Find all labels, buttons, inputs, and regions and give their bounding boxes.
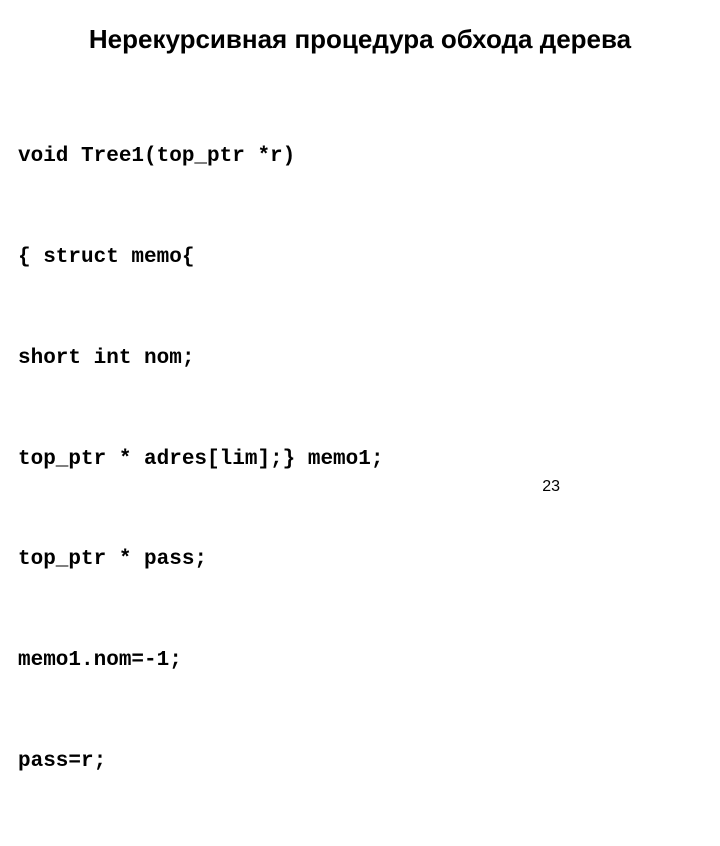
code-line: pass=r; [18, 745, 692, 779]
code-line: top_ptr * adres[lim];} memo1; [18, 443, 692, 477]
slide: Нерекурсивная процедура обхода дерева vo… [0, 0, 720, 540]
code-line: top_ptr * pass; [18, 543, 692, 577]
code-block: void Tree1(top_ptr *r) { struct memo{ sh… [18, 73, 692, 846]
code-line: { struct memo{ [18, 241, 692, 275]
code-line: void Tree1(top_ptr *r) [18, 140, 692, 174]
slide-title: Нерекурсивная процедура обхода дерева [28, 24, 692, 55]
code-line: memo1.nom=-1; [18, 644, 692, 678]
code-line: short int nom; [18, 342, 692, 376]
page-number: 23 [542, 478, 560, 496]
